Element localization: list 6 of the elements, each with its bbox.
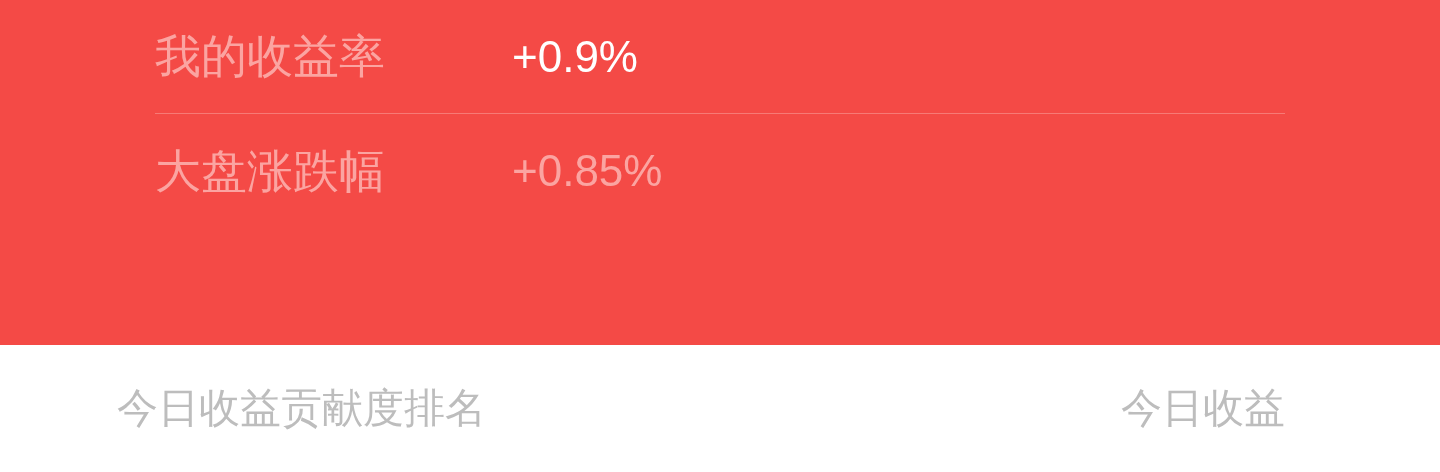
column-header: 今日收益 <box>1121 382 1285 434</box>
metric-value: +0.9% <box>512 30 638 83</box>
ranking-title: 今日收益贡献度排名 <box>117 382 486 434</box>
metric-label: 大盘涨跌幅 <box>155 142 386 200</box>
metric-label: 我的收益率 <box>155 28 386 85</box>
metric-value: +0.85% <box>512 145 663 197</box>
